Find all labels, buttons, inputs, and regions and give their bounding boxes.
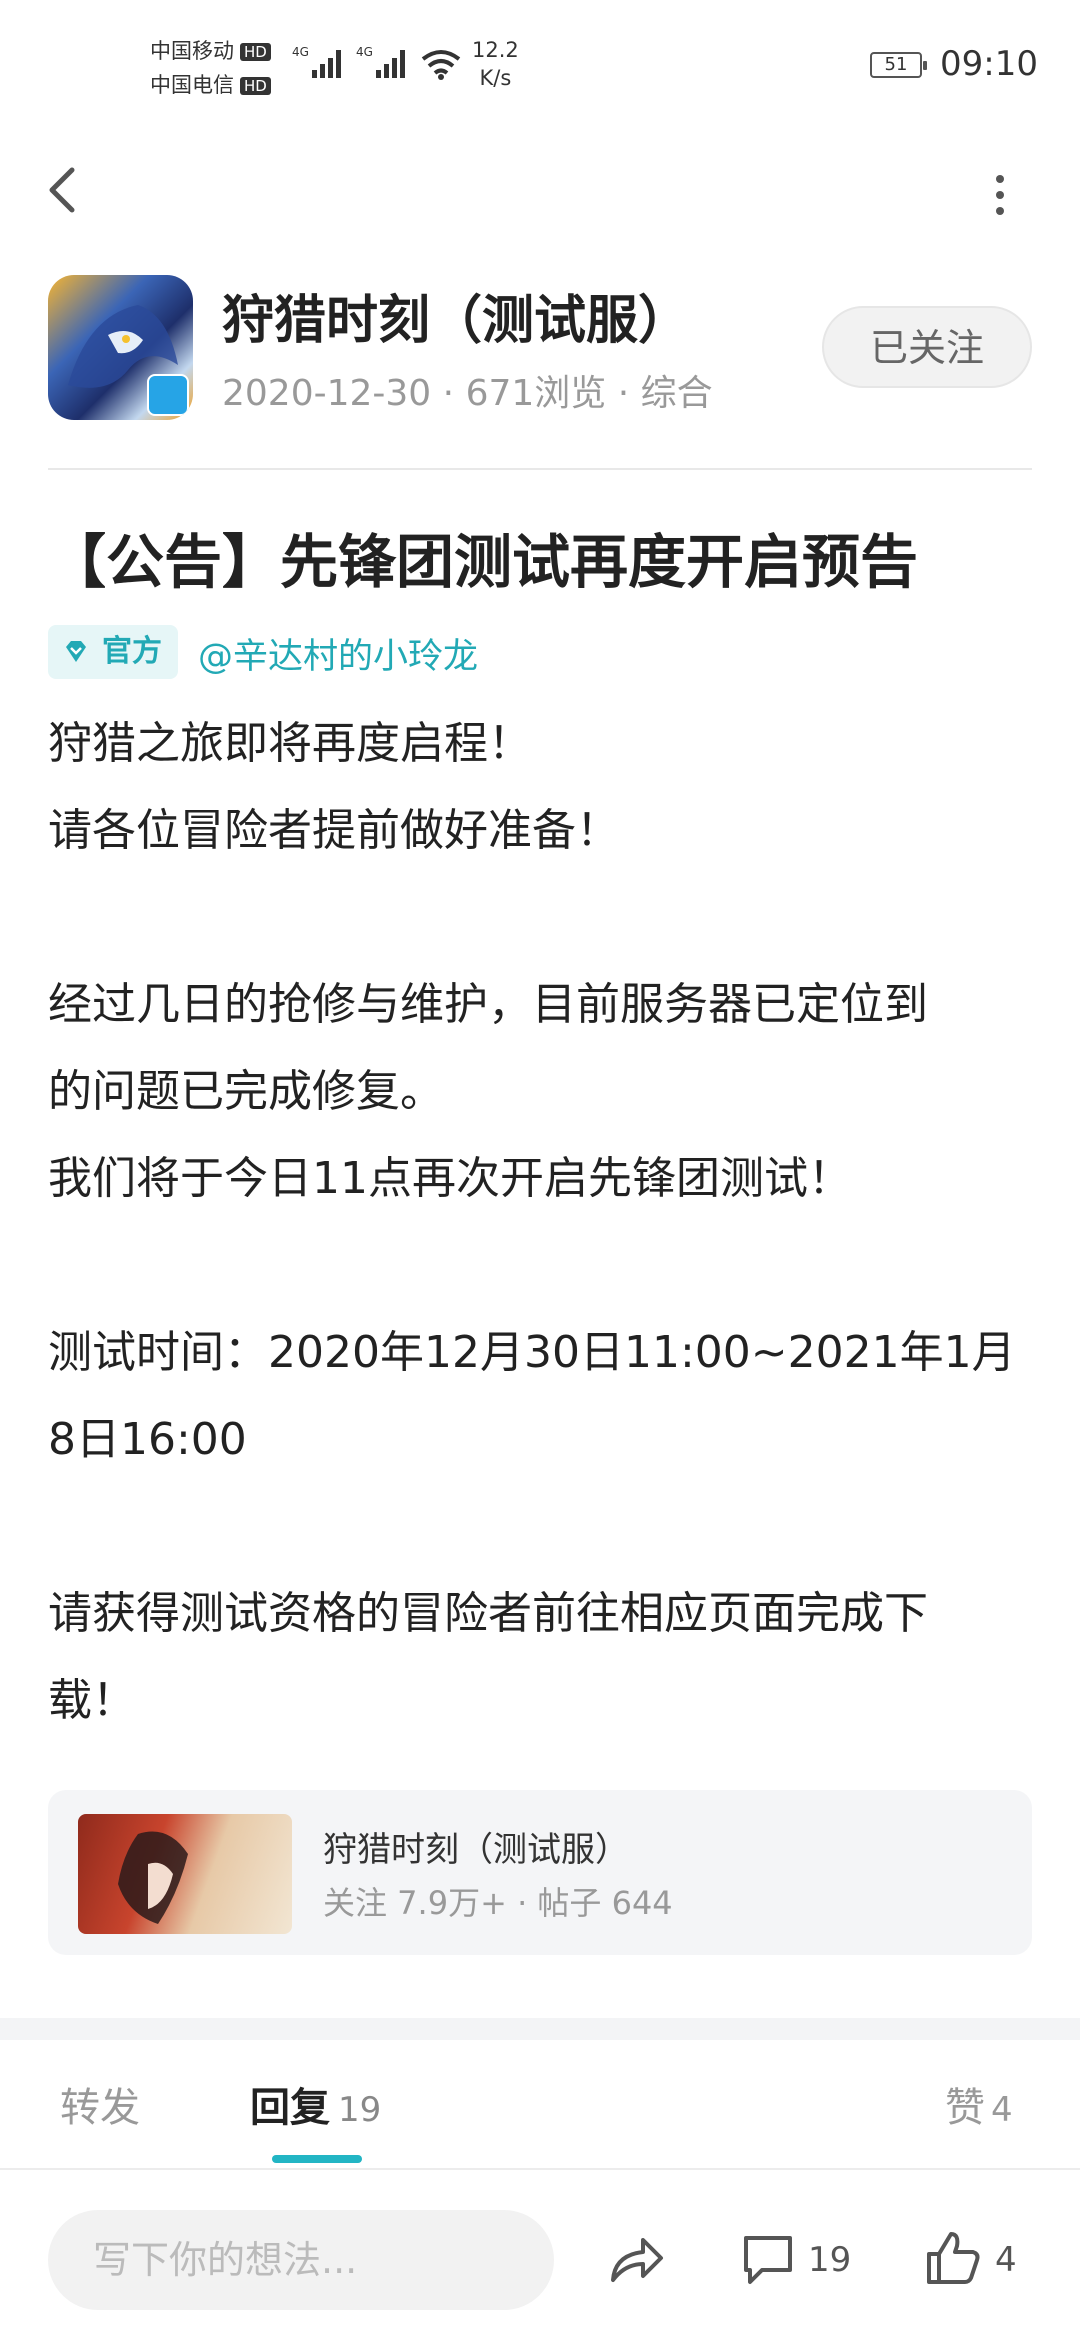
network-label-2: 4G [356, 45, 373, 59]
author-link[interactable]: @辛达村的小玲龙 [198, 628, 478, 679]
post-body: 狩猎之旅即将再度启程！ 请各位冒险者提前做好准备！ 经过几日的抢修与维护，目前服… [48, 700, 1038, 1744]
official-label: 官方 [102, 634, 162, 669]
signal-icon: 4G [292, 45, 341, 78]
share-icon[interactable] [605, 2230, 665, 2290]
body-line [48, 874, 1038, 961]
tab-reply[interactable]: 回复 19 [250, 2075, 381, 2133]
category: 综合 [640, 373, 713, 414]
back-icon [49, 167, 75, 213]
more-icon [996, 175, 1004, 215]
post-date: 2020-12-30 [222, 373, 432, 414]
body-line: 狩猎之旅即将再度启程！ [48, 718, 532, 769]
carrier-1: 中国移动 [150, 39, 234, 63]
signal-icon: 4G [356, 45, 405, 78]
body-line: 经过几日的抢修与维护，目前服务器已定位到 [48, 979, 928, 1030]
post-meta: 2020-12-30 · 671浏览 · 综合 [222, 373, 713, 414]
tab-reply-label: 回复 [250, 2085, 330, 2131]
comment-input[interactable]: 写下你的想法... [48, 2210, 554, 2310]
body-line: 请获得测试资格的冒险者前往相应页面完成下 [48, 1588, 928, 1639]
body-line [48, 1483, 1038, 1570]
tab-like-label: 赞 [945, 2085, 985, 2131]
tab-like-count: 4 [991, 2090, 1013, 2130]
carrier-2: 中国电信 [150, 73, 234, 97]
clock: 09:10 [940, 44, 1038, 84]
comment-count: 19 [808, 2240, 852, 2280]
body-line: 我们将于今日11点再次开启先锋团测试！ [48, 1153, 852, 1204]
hd-badge-1: HD [240, 43, 271, 61]
card-title: 狩猎时刻（测试服） [323, 1830, 629, 1870]
net-speed-unit: K/s [479, 66, 512, 90]
net-speed-value: 12.2 [472, 38, 519, 62]
diamond-icon [66, 641, 86, 662]
section-separator [0, 2018, 1080, 2040]
tab-like[interactable]: 赞4 [945, 2075, 1013, 2133]
more-button[interactable] [980, 165, 1020, 225]
net-speed: 12.2 K/s [472, 36, 519, 92]
wifi-icon [421, 50, 461, 80]
post-title: 【公告】先锋团测试再度开启预告 [48, 528, 919, 596]
bilibili-badge-icon [147, 374, 189, 416]
carrier-info: 中国移动 HD 中国电信 HD [150, 34, 271, 102]
like-count: 4 [995, 2240, 1017, 2280]
follow-button[interactable]: 已关注 [822, 306, 1032, 388]
divider [0, 2168, 1080, 2170]
card-followers: 关注 7.9万+ [323, 1884, 507, 1922]
battery-indicator: 51 [870, 52, 927, 78]
body-line: 请各位冒险者提前做好准备！ [48, 805, 620, 856]
body-line: 8日16:00 [48, 1414, 247, 1465]
game-thumbnail [78, 1814, 292, 1934]
card-meta: 关注 7.9万+ · 帖子 644 [323, 1884, 673, 1922]
game-icon[interactable] [48, 275, 193, 420]
game-name[interactable]: 狩猎时刻（测试服） [222, 278, 690, 353]
back-button[interactable] [40, 160, 90, 220]
view-count: 671浏览 [465, 373, 607, 414]
hd-badge-2: HD [240, 77, 271, 95]
network-label-1: 4G [292, 45, 309, 59]
linked-game-card[interactable]: 狩猎时刻（测试服） 关注 7.9万+ · 帖子 644 [48, 1790, 1032, 1955]
tab-indicator [272, 2155, 362, 2163]
official-badge: 官方 [48, 625, 178, 679]
thumbs-up-icon[interactable] [925, 2228, 981, 2288]
tab-reply-count: 19 [338, 2090, 382, 2130]
comment-icon[interactable] [740, 2232, 796, 2288]
status-bar: 中国移动 HD 中国电信 HD 4G 4G 12.2 K/s 51 09:10 [0, 0, 1080, 130]
body-line: 测试时间：2020年12月30日11:00~2021年1月 [48, 1327, 1016, 1378]
body-line: 的问题已完成修复。 [48, 1066, 444, 1117]
tab-forward[interactable]: 转发 [60, 2075, 140, 2133]
character-artwork-icon [118, 1831, 188, 1924]
body-line [48, 1222, 1038, 1309]
body-line: 载！ [48, 1675, 136, 1726]
card-posts: 帖子 644 [537, 1884, 673, 1922]
divider [48, 468, 1032, 470]
